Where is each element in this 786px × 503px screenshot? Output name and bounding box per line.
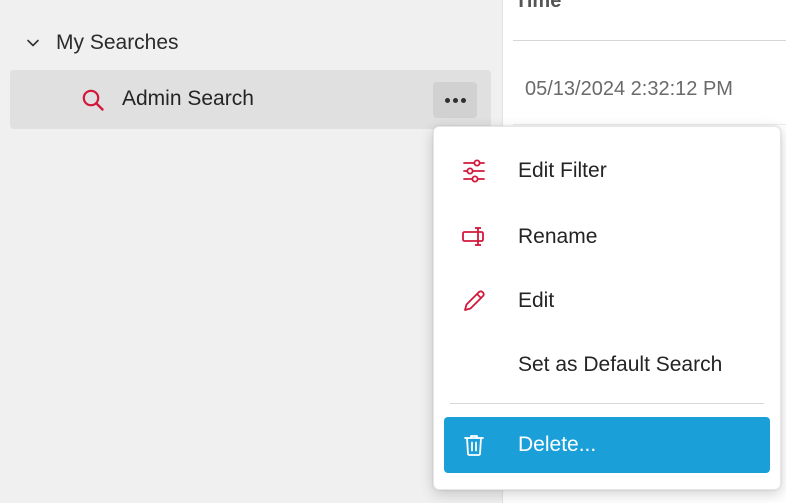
menu-item-label: Edit — [518, 289, 555, 312]
menu-item-label: Edit Filter — [518, 159, 607, 182]
menu-item-label: Set as Default Search — [518, 353, 723, 376]
group-label: My Searches — [56, 31, 179, 54]
ellipsis-dot — [460, 97, 466, 103]
menu-item-edit-filter[interactable]: Edit Filter — [444, 143, 770, 199]
menu-item-label: Rename — [518, 225, 598, 248]
saved-search-item[interactable]: Admin Search — [10, 70, 491, 129]
menu-item-rename[interactable]: Rename — [444, 209, 770, 265]
rename-icon — [460, 223, 488, 251]
my-searches-group-toggle[interactable]: My Searches — [26, 30, 179, 56]
saved-search-label: Admin Search — [122, 87, 254, 110]
filter-sliders-icon — [460, 157, 488, 185]
row-divider — [513, 124, 786, 125]
menu-item-edit[interactable]: Edit — [444, 273, 770, 329]
ellipsis-dot — [452, 97, 458, 103]
searches-pane: My Searches Admin Search — [0, 0, 503, 503]
menu-separator — [450, 403, 764, 404]
search-icon — [81, 88, 105, 112]
menu-item-set-default[interactable]: Set as Default Search — [444, 337, 770, 393]
pencil-icon — [460, 287, 488, 315]
trash-icon — [460, 431, 488, 459]
menu-item-label: Delete... — [518, 433, 597, 456]
context-menu: Edit Filter Rename Edit Set as Default S… — [433, 126, 781, 490]
menu-item-delete[interactable]: Delete... — [444, 417, 770, 473]
column-header-time[interactable]: Time — [515, 0, 561, 13]
chevron-down-icon — [26, 36, 40, 50]
header-divider — [513, 40, 786, 41]
grid-cell-time[interactable]: 05/13/2024 2:32:12 PM — [525, 78, 733, 101]
ellipsis-dot — [444, 97, 450, 103]
app-window: My Searches Admin Search Time 05/13/2024… — [0, 0, 786, 503]
more-options-button[interactable] — [433, 82, 477, 118]
